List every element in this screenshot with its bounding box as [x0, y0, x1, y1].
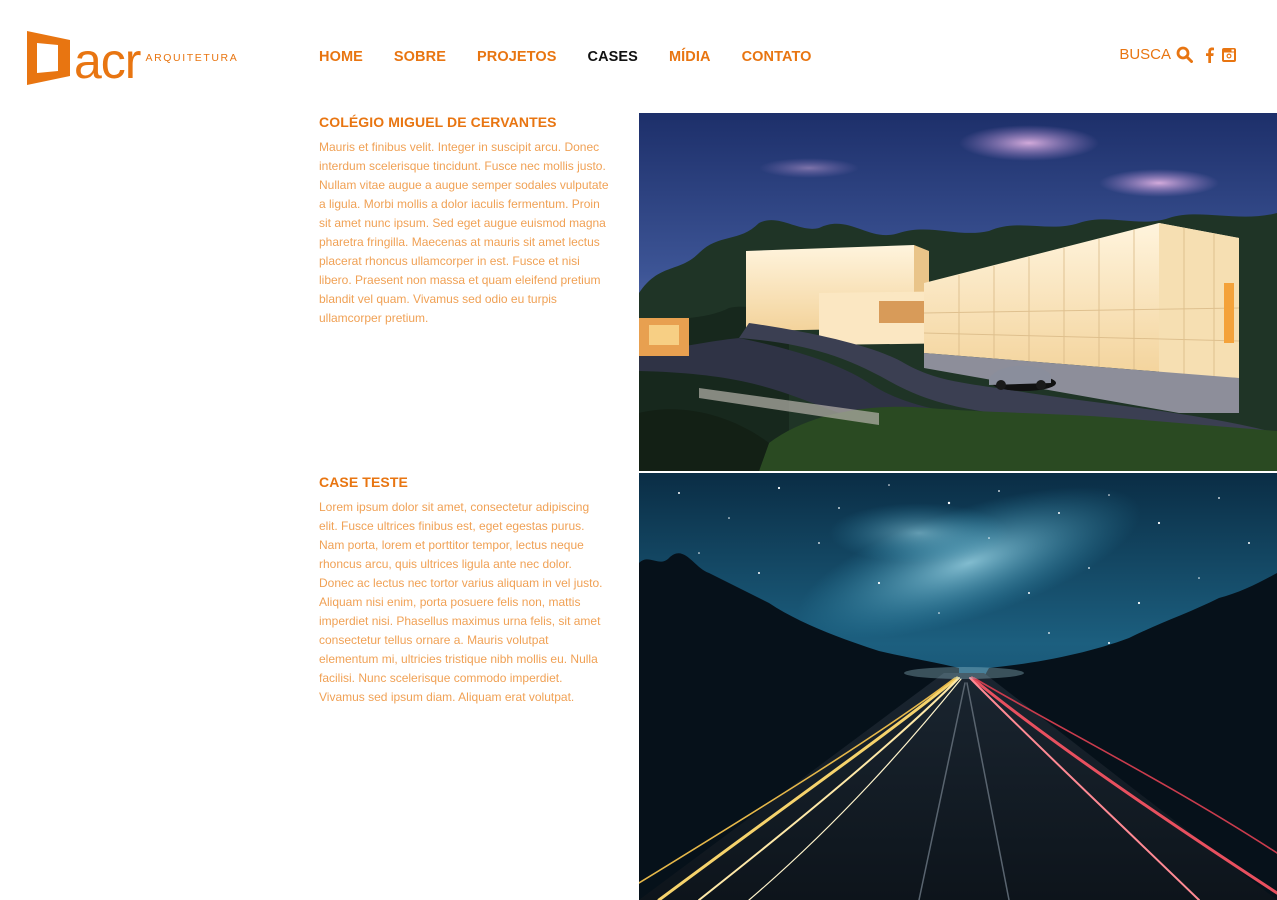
school-building-image: [639, 113, 1277, 471]
case-title[interactable]: CASE TESTE: [319, 474, 609, 490]
case-title[interactable]: COLÉGIO MIGUEL DE CERVANTES: [319, 114, 609, 130]
nav-item-cases[interactable]: CASES: [588, 49, 638, 65]
nav-item-projetos[interactable]: PROJETOS: [477, 49, 557, 65]
search-button[interactable]: BUSCA: [1119, 46, 1193, 63]
brand-logo[interactable]: acr ARQUITETURA: [27, 31, 239, 89]
instagram-icon[interactable]: [1222, 47, 1236, 62]
nav-item-midia[interactable]: MÍDIA: [669, 49, 711, 65]
main-nav: HOME SOBRE PROJETOS CASES MÍDIA CONTATO: [319, 49, 843, 65]
nav-item-contato[interactable]: CONTATO: [742, 49, 812, 65]
brand-name: acr: [74, 33, 141, 89]
case-item-text: COLÉGIO MIGUEL DE CERVANTES Mauris et fi…: [319, 114, 609, 328]
case-description: Mauris et finibus velit. Integer in susc…: [319, 140, 609, 325]
case-description: Lorem ipsum dolor sit amet, consectetur …: [319, 500, 603, 704]
brand-tagline: ARQUITETURA: [145, 52, 239, 64]
nav-item-home[interactable]: HOME: [319, 49, 363, 65]
case-image-teste[interactable]: [639, 473, 1277, 900]
search-label: BUSCA: [1119, 46, 1171, 63]
case-image-colegio[interactable]: [639, 113, 1277, 471]
logo-mark-icon: [27, 31, 70, 85]
search-icon: [1176, 46, 1193, 63]
starry-highway-image: [639, 473, 1277, 900]
header-tools: BUSCA: [1119, 46, 1236, 63]
page: acr ARQUITETURA HOME SOBRE PROJETOS CASE…: [0, 0, 1277, 900]
nav-item-sobre[interactable]: SOBRE: [394, 49, 446, 65]
facebook-icon[interactable]: [1205, 47, 1214, 63]
case-item-text: CASE TESTE Lorem ipsum dolor sit amet, c…: [319, 474, 609, 707]
